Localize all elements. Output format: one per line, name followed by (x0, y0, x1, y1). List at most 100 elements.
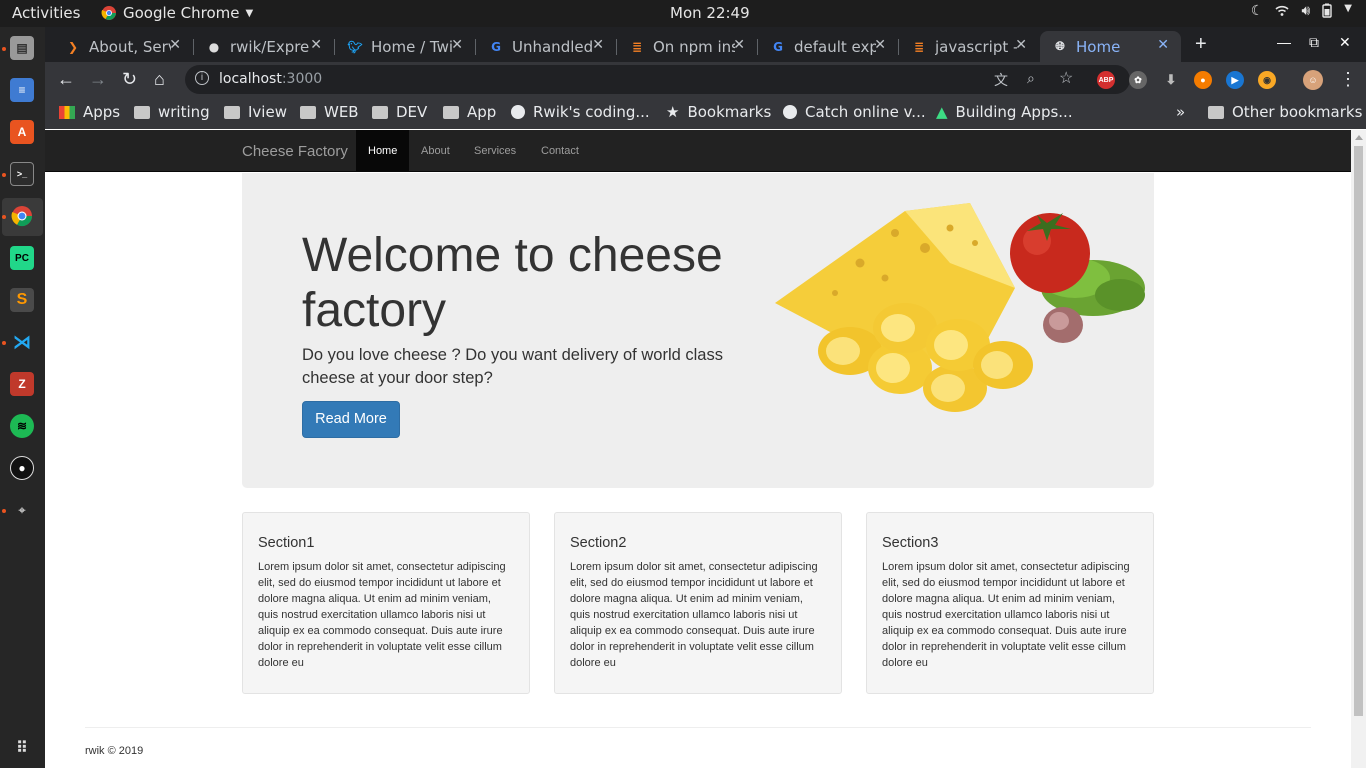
zoom-icon[interactable]: ⌕ (1027, 70, 1035, 87)
close-icon[interactable]: ✕ (451, 37, 463, 53)
google-icon: G (491, 39, 501, 54)
pycharm-icon[interactable]: PC (10, 246, 34, 270)
software-center-icon[interactable]: A (10, 120, 34, 144)
browser-toolbar: ← → ↻ ⌂ i localhost:3000 文 ⌕ ☆ ABP ✿ ⬇ ●… (45, 62, 1366, 97)
reload-icon[interactable]: ↻ (122, 69, 137, 90)
extension-icon[interactable]: ✿ (1129, 71, 1147, 89)
running-indicator (2, 47, 6, 51)
read-more-button[interactable]: Read More (302, 401, 400, 438)
bookmark-link[interactable]: ★ Bookmarks (666, 103, 771, 121)
nav-services[interactable]: Services (462, 130, 528, 172)
running-indicator (2, 341, 6, 345)
section-text: Lorem ipsum dolor sit amet, consectetur … (258, 561, 506, 669)
section-text: Lorem ipsum dolor sit amet, consectetur … (570, 561, 818, 669)
bookmark-link[interactable]: Catch online v... (783, 103, 926, 121)
extension-icon[interactable]: ◉ (1258, 71, 1276, 89)
minimize-icon[interactable]: — (1277, 34, 1291, 50)
address-bar[interactable]: i localhost:3000 文 ⌕ ☆ (185, 65, 1130, 94)
close-icon[interactable]: ✕ (169, 37, 181, 53)
section-text: Lorem ipsum dolor sit amet, consectetur … (882, 561, 1130, 669)
chrome-menu-icon[interactable]: ⋮ (1339, 69, 1357, 90)
close-icon[interactable]: ✕ (1157, 37, 1169, 53)
extension-icon[interactable]: ▶ (1226, 71, 1244, 89)
bookmark-link[interactable]: ▲ Building Apps... (936, 103, 1073, 121)
system-tray[interactable]: ☾ 🔊︎ ▼ (1251, 3, 1352, 22)
browser-tab[interactable]: 🐦︎ Home / Twi ✕ (335, 31, 476, 62)
terminal-icon[interactable]: >_ (10, 162, 34, 186)
close-icon[interactable]: ✕ (1015, 37, 1027, 53)
screenshot-tool-icon[interactable]: ⌖ (10, 498, 34, 522)
bookmark-folder[interactable]: App (443, 103, 496, 121)
close-icon[interactable]: ✕ (310, 37, 322, 53)
running-indicator (2, 215, 6, 219)
nav-about[interactable]: About (409, 130, 462, 172)
browser-tab[interactable]: G Unhandled ✕ (476, 31, 617, 62)
spotify-icon[interactable]: ≋ (10, 414, 34, 438)
home-icon[interactable]: ⌂ (154, 69, 165, 90)
profile-avatar[interactable]: ☺ (1303, 70, 1323, 90)
scrollbar-thumb[interactable] (1354, 146, 1363, 716)
vscode-icon[interactable]: ⋊ (10, 330, 34, 354)
back-icon[interactable]: ← (57, 69, 75, 90)
extension-icon[interactable]: ● (1194, 71, 1212, 89)
bookmark-folder[interactable]: WEB (300, 103, 359, 121)
android-icon: ▲ (936, 103, 948, 121)
running-indicator (2, 509, 6, 513)
chrome-icon[interactable] (10, 204, 34, 228)
browser-tab-active[interactable]: 🌐︎ Home ✕ (1040, 31, 1181, 62)
close-icon[interactable]: ✕ (874, 37, 886, 53)
show-applications-icon[interactable]: ⠿ (10, 736, 34, 760)
git-icon: ❯ (67, 39, 79, 54)
bookmark-folder[interactable]: DEV (372, 103, 427, 121)
maximize-icon[interactable]: ⧉ (1309, 34, 1319, 51)
cheese-image (775, 203, 1145, 412)
section-title: Section2 (570, 535, 627, 551)
bookmark-apps[interactable]: Apps (59, 103, 120, 121)
bookmark-folder[interactable]: writing (134, 103, 210, 121)
app-menu[interactable]: Google Chrome ▼ (101, 4, 253, 22)
scroll-up-icon[interactable] (1355, 135, 1363, 140)
browser-tab[interactable]: ≣ javascript - ✕ (899, 31, 1039, 62)
browser-tab[interactable]: ❯ About, Serv ✕ (53, 31, 194, 62)
page-scrollbar[interactable] (1351, 130, 1366, 768)
running-indicator (2, 173, 6, 177)
sublime-text-icon[interactable]: S (10, 288, 34, 312)
bookmarks-overflow-icon[interactable]: » (1176, 103, 1185, 121)
ebook-reader-icon[interactable]: Z (10, 372, 34, 396)
new-tab-icon[interactable]: + (1195, 33, 1207, 56)
bookmark-link[interactable]: Rwik's coding... (511, 103, 650, 121)
window-close-icon[interactable]: ✕ (1339, 34, 1351, 51)
forward-icon[interactable]: → (89, 69, 107, 90)
tab-strip: ❯ About, Serv ✕ ● rwik/Expre ✕ 🐦︎ Home /… (45, 27, 1366, 62)
bookmark-star-icon[interactable]: ☆ (1059, 68, 1073, 88)
site-navbar: Cheese Factory Home About Services Conta… (45, 130, 1351, 172)
google-icon: G (773, 39, 783, 54)
globe-icon (783, 105, 797, 119)
files-cabinet-icon[interactable]: ▤ (10, 36, 34, 60)
site-brand[interactable]: Cheese Factory (242, 143, 348, 160)
site-info-icon[interactable]: i (195, 71, 209, 85)
close-icon[interactable]: ✕ (592, 37, 604, 53)
obs-icon[interactable]: ● (10, 456, 34, 480)
system-menu-chevron-icon: ▼ (1344, 3, 1352, 14)
hero-title: Welcome to cheese factory (302, 229, 723, 337)
browser-tab[interactable]: ● rwik/Expre ✕ (194, 31, 335, 62)
browser-tab[interactable]: G default exp ✕ (758, 31, 899, 62)
browser-tab[interactable]: ≣ On npm ins ✕ (617, 31, 758, 62)
url-text[interactable]: localhost:3000 (219, 71, 322, 87)
clock[interactable]: Mon 22:49 (670, 4, 750, 22)
close-icon[interactable]: ✕ (733, 37, 745, 53)
bookmarks-bar: Apps writing Iview WEB DEV App Rwik's co… (45, 97, 1366, 129)
activities-button[interactable]: Activities (12, 4, 80, 22)
adblock-plus-icon[interactable]: ABP (1097, 71, 1115, 89)
bookmark-folder[interactable]: Iview (224, 103, 287, 121)
folder-icon (443, 105, 459, 119)
nav-contact[interactable]: Contact (529, 130, 591, 172)
other-bookmarks[interactable]: Other bookmarks (1208, 103, 1362, 121)
star-icon: ★ (666, 103, 680, 121)
section-title: Section1 (258, 535, 315, 551)
document-viewer-icon[interactable]: ≡ (10, 78, 34, 102)
download-icon[interactable]: ⬇ (1162, 71, 1180, 89)
translate-icon[interactable]: 文 (994, 70, 1008, 90)
nav-home[interactable]: Home (356, 130, 410, 172)
